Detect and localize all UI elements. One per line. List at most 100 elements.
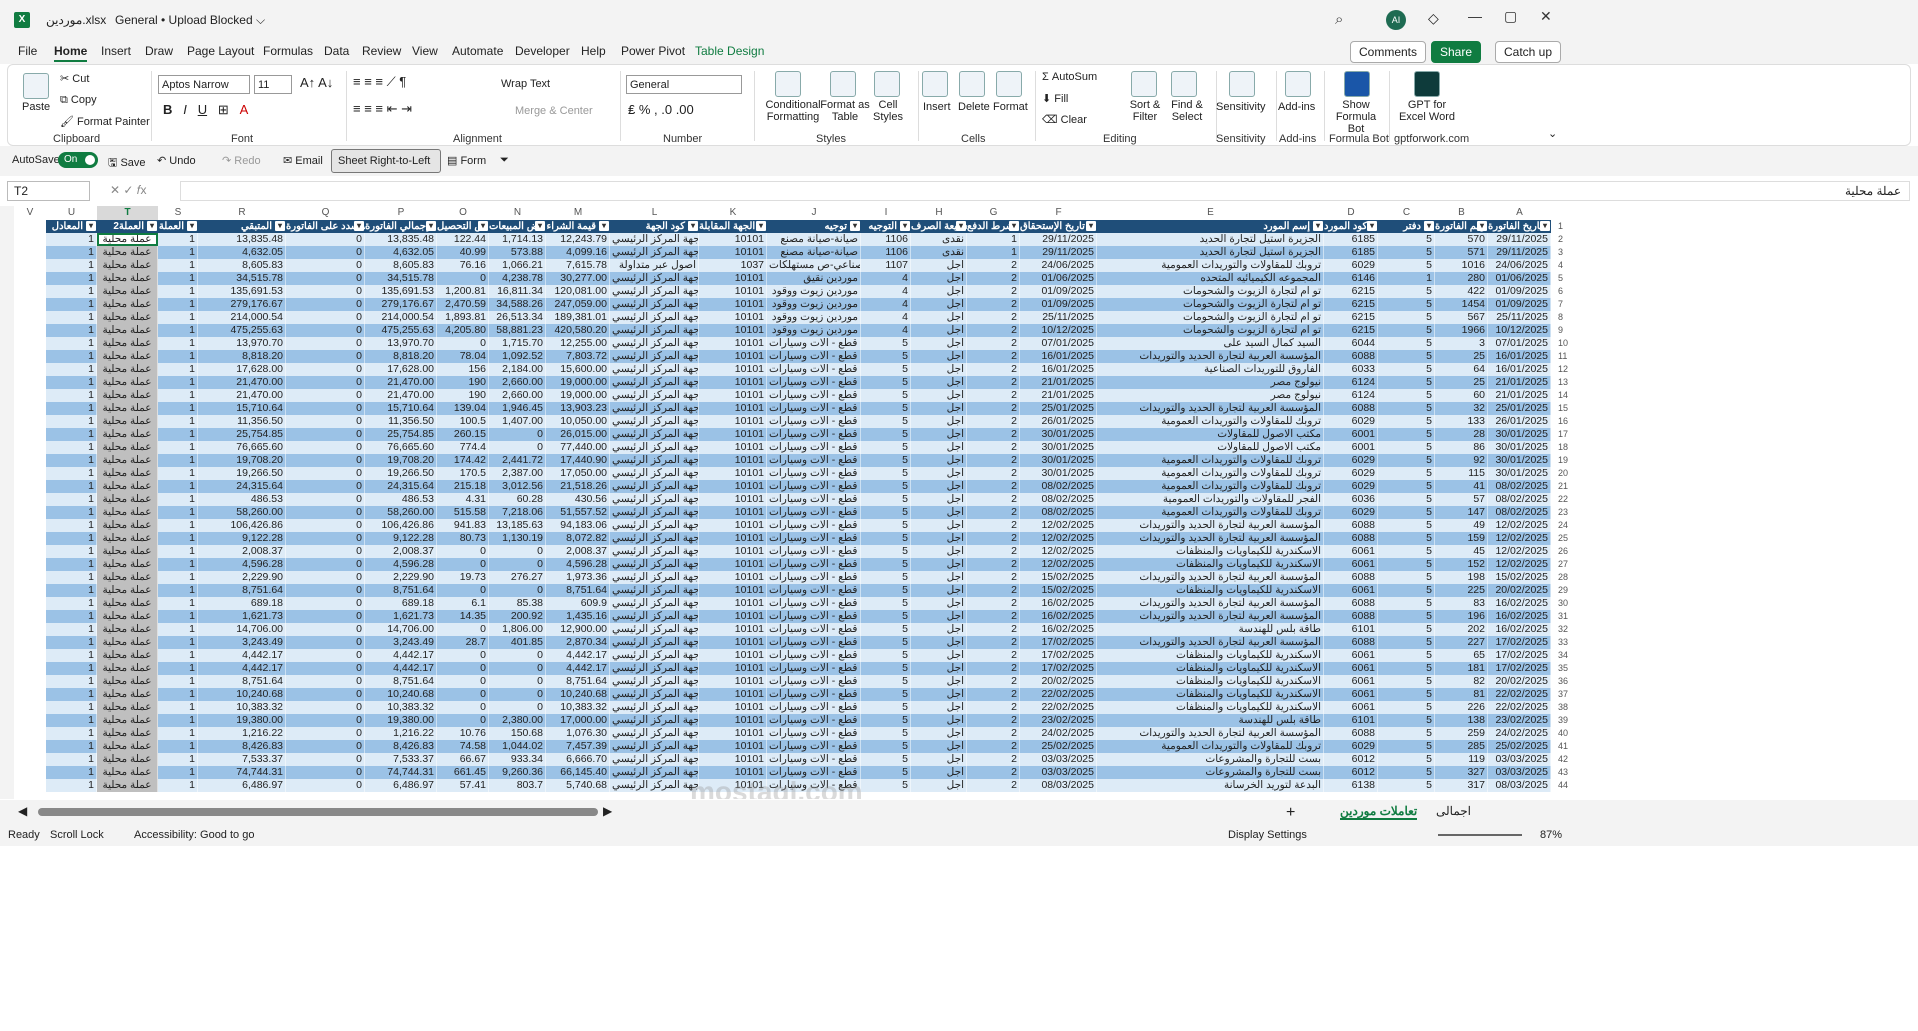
table-cell[interactable]: 1 <box>158 376 198 389</box>
table-cell[interactable]: 5 <box>1378 688 1435 701</box>
table-cell[interactable]: عملة محلية <box>97 675 158 688</box>
table-cell[interactable]: 2 <box>967 519 1020 532</box>
table-cell[interactable]: اجل <box>911 636 967 649</box>
table-cell[interactable]: اجل <box>911 298 967 311</box>
table-cell[interactable]: م قطع - الات وسيارات <box>767 480 861 493</box>
table-cell[interactable]: 6029 <box>1324 506 1378 519</box>
table-cell[interactable]: الاسكندرية للكيماويات والمنظفات <box>1097 649 1324 662</box>
table-header[interactable]: تاريخ الفاتورة <box>1488 220 1551 233</box>
table-cell[interactable]: 10.76 <box>437 727 489 740</box>
delete-cells-button[interactable]: Delete <box>958 101 990 113</box>
table-cell[interactable]: ك جهة المركز الرئيسي <box>610 402 699 415</box>
table-cell[interactable]: عملة محلية <box>97 376 158 389</box>
table-cell[interactable]: 0 <box>286 428 365 441</box>
table-cell[interactable]: 2 <box>967 272 1020 285</box>
table-cell[interactable]: 3,243.49 <box>365 636 437 649</box>
table-cell[interactable]: 0 <box>437 649 489 662</box>
table-cell[interactable]: 1,216.22 <box>198 727 286 740</box>
table-cell[interactable]: م قطع - الات وسيارات <box>767 623 861 636</box>
table-cell[interactable]: 80.73 <box>437 532 489 545</box>
table-cell[interactable]: 25 <box>1435 376 1488 389</box>
table-cell[interactable]: 10101 <box>699 519 767 532</box>
table-cell[interactable]: 12/02/2025 <box>1020 519 1097 532</box>
table-cell[interactable]: 14,706.00 <box>365 623 437 636</box>
table-cell[interactable]: 74.58 <box>437 740 489 753</box>
table-header[interactable]: العملة <box>158 220 198 233</box>
table-cell[interactable]: 65 <box>1435 649 1488 662</box>
table-cell[interactable]: ك جهة المركز الرئيسي <box>610 350 699 363</box>
table-cell[interactable]: 5 <box>861 740 911 753</box>
table-cell[interactable]: 17,440.90 <box>546 454 610 467</box>
table-cell[interactable]: 156 <box>437 363 489 376</box>
table-cell[interactable]: 15/02/2025 <box>1020 584 1097 597</box>
table-cell[interactable]: ك جهة المركز الرئيسي <box>610 740 699 753</box>
table-cell[interactable]: 6061 <box>1324 584 1378 597</box>
table-cell[interactable]: تروبك للمقاولات والتوريدات العمومية <box>1097 467 1324 480</box>
tab-help[interactable]: Help <box>581 44 606 58</box>
table-cell[interactable]: 1 <box>158 272 198 285</box>
tab-table-design[interactable]: Table Design <box>695 44 764 58</box>
table-cell[interactable]: 19,000.00 <box>546 376 610 389</box>
table-cell[interactable]: 19.73 <box>437 571 489 584</box>
table-cell[interactable]: 8,751.64 <box>365 675 437 688</box>
table-cell[interactable]: 10101 <box>699 428 767 441</box>
table-cell[interactable]: 0 <box>286 636 365 649</box>
table-cell[interactable]: 119 <box>1435 753 1488 766</box>
table-header[interactable]: كود المورد <box>1324 220 1378 233</box>
table-cell[interactable]: 2 <box>967 337 1020 350</box>
table-cell[interactable]: 138 <box>1435 714 1488 727</box>
table-cell[interactable]: 327 <box>1435 766 1488 779</box>
table-cell[interactable]: ك جهة المركز الرئيسي <box>610 493 699 506</box>
table-cell[interactable]: 1 <box>158 636 198 649</box>
table-header[interactable]: إسم المورد <box>1097 220 1324 233</box>
table-cell[interactable]: 5 <box>861 688 911 701</box>
table-cell[interactable]: 25/11/2025 <box>1020 311 1097 324</box>
table-cell[interactable]: 17,050.00 <box>546 467 610 480</box>
table-cell[interactable]: صيانة-صيانة مصنع <box>767 233 861 246</box>
table-cell[interactable]: 24/06/2025 <box>1020 259 1097 272</box>
table-cell[interactable]: الاسكندرية للكيماويات والمنظفات <box>1097 688 1324 701</box>
catch-up-button[interactable]: Catch up <box>1495 41 1562 63</box>
add-ins-button[interactable]: Add-ins <box>1278 101 1315 113</box>
table-cell[interactable]: 2 <box>967 636 1020 649</box>
table-cell[interactable]: 28 <box>1435 428 1488 441</box>
table-cell[interactable]: 5 <box>861 558 911 571</box>
table-cell[interactable]: ك جهة المركز الرئيسي <box>610 272 699 285</box>
table-cell[interactable]: 1 <box>158 454 198 467</box>
table-cell[interactable]: 5 <box>861 714 911 727</box>
column-header-k[interactable]: K <box>699 206 767 220</box>
table-cell[interactable]: 6101 <box>1324 714 1378 727</box>
customize-qat-icon[interactable]: ⏷ <box>500 154 509 167</box>
row-number[interactable]: 4 <box>1554 259 1574 272</box>
table-cell[interactable]: 6029 <box>1324 259 1378 272</box>
table-cell[interactable]: 1 <box>158 311 198 324</box>
table-cell[interactable]: اجل <box>911 428 967 441</box>
row-number[interactable]: 6 <box>1554 285 1574 298</box>
sensitivity-icon[interactable] <box>1229 71 1255 97</box>
table-cell[interactable]: اجل <box>911 467 967 480</box>
table-cell[interactable]: ك جهة المركز الرئيسي <box>610 363 699 376</box>
table-cell[interactable]: 1 <box>46 415 97 428</box>
redo-button[interactable]: ↷ Redo <box>222 154 261 167</box>
table-cell[interactable]: 10101 <box>699 636 767 649</box>
table-cell[interactable]: 10101 <box>699 610 767 623</box>
table-cell[interactable]: 0 <box>286 597 365 610</box>
table-cell[interactable]: 28.7 <box>437 636 489 649</box>
row-number[interactable]: 23 <box>1554 506 1574 519</box>
table-cell[interactable]: موردين زيوت ووقود <box>767 324 861 337</box>
table-cell[interactable]: 5 <box>1378 636 1435 649</box>
table-cell[interactable]: عملة محلية <box>97 532 158 545</box>
table-cell[interactable]: 1 <box>46 779 97 792</box>
table-cell[interactable]: 2,870.34 <box>546 636 610 649</box>
table-cell[interactable]: تو ام لتجارة الزيوت والشحومات <box>1097 298 1324 311</box>
table-cell[interactable]: م قطع - الات وسيارات <box>767 376 861 389</box>
row-number[interactable]: 10 <box>1554 337 1574 350</box>
table-cell[interactable]: م قطع - الات وسيارات <box>767 467 861 480</box>
table-cell[interactable]: 661.45 <box>437 766 489 779</box>
table-cell[interactable]: م قطع - الات وسيارات <box>767 337 861 350</box>
table-cell[interactable]: 8,751.64 <box>198 584 286 597</box>
table-cell[interactable]: 198 <box>1435 571 1488 584</box>
table-cell[interactable]: المؤسسة العربية لتجارة الحديد والتوريدات <box>1097 610 1324 623</box>
table-cell[interactable]: 10/12/2025 <box>1488 324 1551 337</box>
table-header[interactable]: دفتر <box>1378 220 1435 233</box>
